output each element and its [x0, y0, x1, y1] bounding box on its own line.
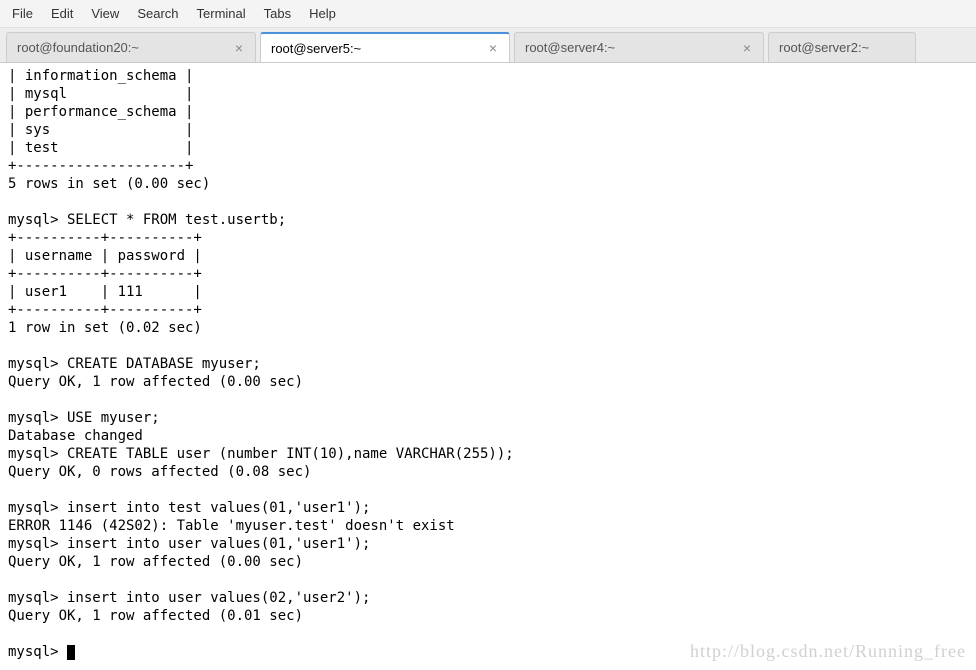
terminal-output[interactable]: | information_schema | | mysql | | perfo… — [0, 63, 976, 665]
terminal-line: | test | — [8, 140, 193, 156]
tabbar: root@foundation20:~ × root@server5:~ × r… — [0, 28, 976, 63]
tab-server2[interactable]: root@server2:~ — [768, 32, 916, 62]
terminal-line: mysql> insert into user values(01,'user1… — [8, 536, 370, 552]
terminal-line: mysql> insert into user values(02,'user2… — [8, 590, 370, 606]
menu-view[interactable]: View — [91, 6, 119, 21]
menu-file[interactable]: File — [12, 6, 33, 21]
terminal-line: | performance_schema | — [8, 104, 193, 120]
terminal-line: mysql> insert into test values(01,'user1… — [8, 500, 370, 516]
menu-tabs[interactable]: Tabs — [264, 6, 291, 21]
watermark: http://blog.csdn.net/Running_free — [690, 641, 966, 662]
terminal-line: | information_schema | — [8, 68, 193, 84]
terminal-line: 5 rows in set (0.00 sec) — [8, 176, 210, 192]
terminal-line: mysql> SELECT * FROM test.usertb; — [8, 212, 286, 228]
tab-label: root@server5:~ — [271, 41, 361, 56]
terminal-line: mysql> CREATE TABLE user (number INT(10)… — [8, 446, 514, 462]
tab-label: root@server2:~ — [779, 40, 869, 55]
tab-server5[interactable]: root@server5:~ × — [260, 32, 510, 62]
cursor-icon — [67, 645, 75, 660]
terminal-line: 1 row in set (0.02 sec) — [8, 320, 202, 336]
terminal-line: +--------------------+ — [8, 158, 193, 174]
terminal-line: mysql> CREATE DATABASE myuser; — [8, 356, 261, 372]
tab-foundation20[interactable]: root@foundation20:~ × — [6, 32, 256, 62]
terminal-line: +----------+----------+ — [8, 266, 202, 282]
menu-help[interactable]: Help — [309, 6, 336, 21]
terminal-line: Query OK, 1 row affected (0.00 sec) — [8, 374, 303, 390]
menu-search[interactable]: Search — [137, 6, 178, 21]
tab-label: root@foundation20:~ — [17, 40, 139, 55]
menubar: File Edit View Search Terminal Tabs Help — [0, 0, 976, 28]
close-icon[interactable]: × — [233, 40, 245, 56]
tab-label: root@server4:~ — [525, 40, 615, 55]
terminal-line: | mysql | — [8, 86, 193, 102]
terminal-line: Query OK, 1 row affected (0.01 sec) — [8, 608, 303, 624]
menu-edit[interactable]: Edit — [51, 6, 73, 21]
terminal-line: Database changed — [8, 428, 143, 444]
terminal-line: | sys | — [8, 122, 193, 138]
close-icon[interactable]: × — [487, 40, 499, 56]
terminal-line: mysql> USE myuser; — [8, 410, 160, 426]
tab-server4[interactable]: root@server4:~ × — [514, 32, 764, 62]
terminal-line: | username | password | — [8, 248, 202, 264]
terminal-line: | user1 | 111 | — [8, 284, 202, 300]
terminal-line: +----------+----------+ — [8, 230, 202, 246]
terminal-line: Query OK, 1 row affected (0.00 sec) — [8, 554, 303, 570]
terminal-prompt: mysql> — [8, 644, 67, 660]
terminal-line: Query OK, 0 rows affected (0.08 sec) — [8, 464, 311, 480]
close-icon[interactable]: × — [741, 40, 753, 56]
menu-terminal[interactable]: Terminal — [197, 6, 246, 21]
terminal-line: ERROR 1146 (42S02): Table 'myuser.test' … — [8, 518, 455, 534]
terminal-line: +----------+----------+ — [8, 302, 202, 318]
